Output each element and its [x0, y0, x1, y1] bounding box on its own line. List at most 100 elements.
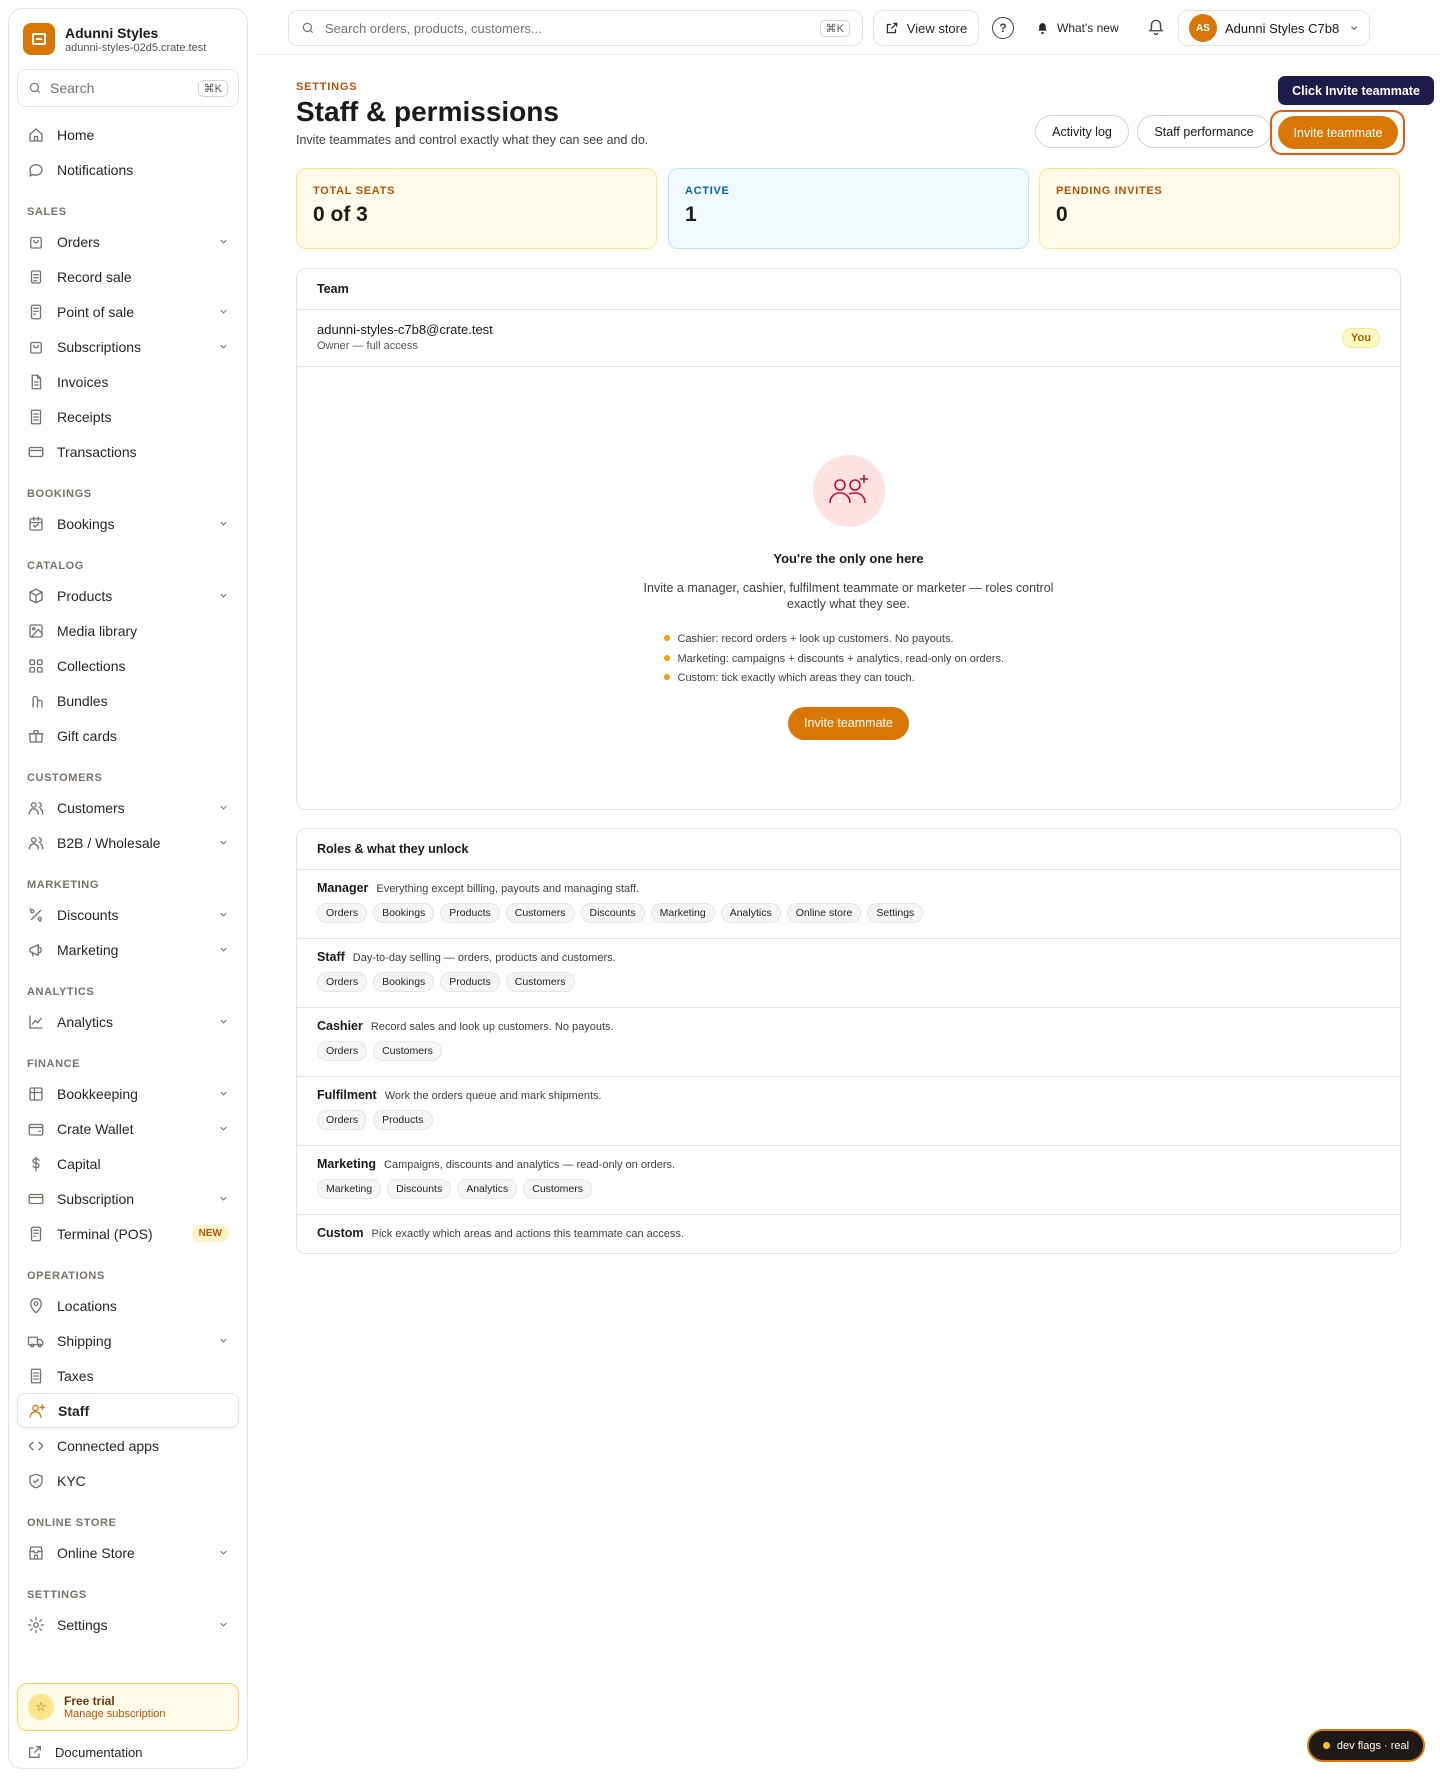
chevron-down-icon[interactable]: [218, 590, 229, 601]
shield-icon: [27, 1472, 45, 1490]
dev-flags-label: dev flags · real: [1336, 1739, 1410, 1752]
roles-card: Roles & what they unlock Manager Everyth…: [296, 828, 1401, 1254]
chevron-down-icon[interactable]: [218, 1193, 229, 1204]
sidebar-item-orders[interactable]: Orders: [17, 224, 239, 259]
role-description: Pick exactly which areas and actions thi…: [371, 1228, 684, 1240]
chevron-down-icon[interactable]: [218, 837, 229, 848]
member-role: Owner — full access: [317, 340, 418, 352]
view-store-button[interactable]: View store: [873, 10, 979, 46]
sidebar-item-collections[interactable]: Collections: [17, 648, 239, 683]
help-icon[interactable]: ?: [992, 17, 1014, 39]
role-tags: Marketing Discounts Analytics Customers: [317, 1179, 1380, 1199]
sidebar-search-input[interactable]: Search ⌘K: [17, 69, 239, 107]
invite-teammate-empty-button[interactable]: Invite teammate: [788, 706, 909, 740]
invite-teammate-button[interactable]: Invite teammate: [1278, 116, 1398, 149]
sidebar-item-subscriptions[interactable]: Subscriptions: [17, 329, 239, 364]
manage-subscription-link[interactable]: Manage subscription: [64, 1708, 166, 1720]
sidebar-item-marketing[interactable]: Marketing: [17, 932, 239, 967]
sidebar-item-customers[interactable]: Customers: [17, 790, 239, 825]
sidebar-item-receipts[interactable]: Receipts: [17, 399, 239, 434]
section-label-sales: SALES: [27, 206, 67, 218]
chevron-down-icon[interactable]: [218, 518, 229, 529]
staff-performance-button[interactable]: Staff performance: [1137, 115, 1271, 148]
chevron-down-icon[interactable]: [218, 1123, 229, 1134]
document-icon: [27, 373, 45, 391]
member-email: adunni-styles-c7b8@crate.test: [317, 322, 493, 337]
sidebar-item-locations[interactable]: Locations: [17, 1288, 239, 1323]
sidebar-item-label: Discounts: [57, 906, 119, 923]
chevron-down-icon[interactable]: [218, 944, 229, 955]
sidebar-item-transactions[interactable]: Transactions: [17, 434, 239, 469]
sidebar-item-invoices[interactable]: Invoices: [17, 364, 239, 399]
whats-new-button[interactable]: What's new: [1036, 18, 1119, 38]
role-description: Campaigns, discounts and analytics — rea…: [384, 1159, 676, 1171]
sidebar-item-label: Marketing: [57, 941, 119, 958]
free-trial-card[interactable]: ☆ Free trial Manage subscription: [17, 1683, 239, 1731]
sidebar-item-discounts[interactable]: Discounts: [17, 897, 239, 932]
receipt-icon: [27, 408, 45, 426]
sidebar-item-terminal-pos[interactable]: Terminal (POS) NEW: [17, 1216, 239, 1251]
sidebar-item-subscription[interactable]: Subscription: [17, 1181, 239, 1216]
chevron-down-icon[interactable]: [218, 341, 229, 352]
sidebar-item-label: Terminal (POS): [57, 1225, 153, 1242]
section-label-customers: CUSTOMERS: [27, 772, 103, 784]
sidebar-item-home[interactable]: Home: [17, 117, 239, 152]
sidebar-item-notifications[interactable]: Notifications: [17, 152, 239, 187]
chevron-down-icon[interactable]: [218, 1016, 229, 1027]
permission-tag: Orders: [317, 972, 368, 992]
users-icon: [27, 799, 45, 817]
chevron-down-icon[interactable]: [218, 1088, 229, 1099]
sidebar-item-taxes[interactable]: Taxes: [17, 1358, 239, 1393]
total-seats-card: TOTAL SEATS 0 of 3: [296, 168, 657, 249]
topbar: Search orders, products, customers... ⌘K…: [256, 0, 1440, 55]
sidebar-item-label: Orders: [57, 233, 100, 250]
external-link-icon: [885, 21, 899, 35]
chevron-down-icon[interactable]: [218, 909, 229, 920]
dev-flags-pill[interactable]: dev flags · real: [1307, 1729, 1425, 1762]
documentation-link[interactable]: Documentation: [17, 1737, 239, 1767]
sidebar-item-bundles[interactable]: Bundles: [17, 683, 239, 718]
activity-log-button[interactable]: Activity log: [1035, 115, 1129, 148]
sidebar-item-crate-wallet[interactable]: Crate Wallet: [17, 1111, 239, 1146]
sidebar-item-b2b-wholesale[interactable]: B2B / Wholesale: [17, 825, 239, 860]
role-head: Cashier Record sales and look up custome…: [317, 1019, 1380, 1033]
sidebar-item-gift-cards[interactable]: Gift cards: [17, 718, 239, 753]
sidebar-item-settings[interactable]: Settings: [17, 1607, 239, 1642]
search-icon: [301, 21, 315, 35]
list-item: Marketing: campaigns + discounts + analy…: [663, 650, 1034, 670]
chevron-down-icon[interactable]: [218, 1547, 229, 1558]
notifications-bell-icon[interactable]: [1144, 15, 1168, 39]
sidebar-item-label: Crate Wallet: [57, 1120, 134, 1137]
sidebar-item-record-sale[interactable]: Record sale: [17, 259, 239, 294]
sidebar-item-shipping[interactable]: Shipping: [17, 1323, 239, 1358]
sidebar-item-staff[interactable]: Staff: [17, 1393, 239, 1428]
sidebar-item-analytics[interactable]: Analytics: [17, 1004, 239, 1039]
role-head: Marketing Campaigns, discounts and analy…: [317, 1157, 1380, 1171]
section-label-operations: OPERATIONS: [27, 1270, 105, 1282]
status-dot-icon: [1322, 1742, 1330, 1749]
sidebar-item-bookings[interactable]: Bookings: [17, 506, 239, 541]
sidebar-item-online-store[interactable]: Online Store: [17, 1535, 239, 1570]
sidebar-item-connected-apps[interactable]: Connected apps: [17, 1428, 239, 1463]
global-search-input[interactable]: Search orders, products, customers... ⌘K: [288, 10, 863, 46]
chevron-down-icon[interactable]: [218, 236, 229, 247]
chevron-down-icon[interactable]: [218, 1335, 229, 1346]
sidebar-item-bookkeeping[interactable]: Bookkeeping: [17, 1076, 239, 1111]
bell-filled-icon: [1036, 22, 1049, 35]
sidebar-item-kyc[interactable]: KYC: [17, 1463, 239, 1498]
sidebar-item-capital[interactable]: Capital: [17, 1146, 239, 1181]
chevron-down-icon[interactable]: [218, 802, 229, 813]
brand[interactable]: Adunni Styles adunni-styles-02d5.crate.t…: [17, 21, 239, 65]
sidebar-item-label: Transactions: [57, 443, 137, 460]
permission-tag: Bookings: [373, 903, 435, 923]
table-row[interactable]: adunni-styles-c7b8@crate.test Owner — fu…: [297, 310, 1400, 367]
sidebar-item-products[interactable]: Products: [17, 578, 239, 613]
chevron-down-icon[interactable]: [218, 306, 229, 317]
permission-tag: Products: [373, 1110, 433, 1130]
empty-state: You're the only one here Invite a manage…: [297, 368, 1400, 740]
account-menu[interactable]: AS Adunni Styles C7b8: [1178, 10, 1370, 46]
chevron-down-icon[interactable]: [218, 1619, 229, 1630]
sidebar-item-media-library[interactable]: Media library: [17, 613, 239, 648]
sidebar-item-point-of-sale[interactable]: Point of sale: [17, 294, 239, 329]
permission-tag: Orders: [317, 1041, 368, 1061]
